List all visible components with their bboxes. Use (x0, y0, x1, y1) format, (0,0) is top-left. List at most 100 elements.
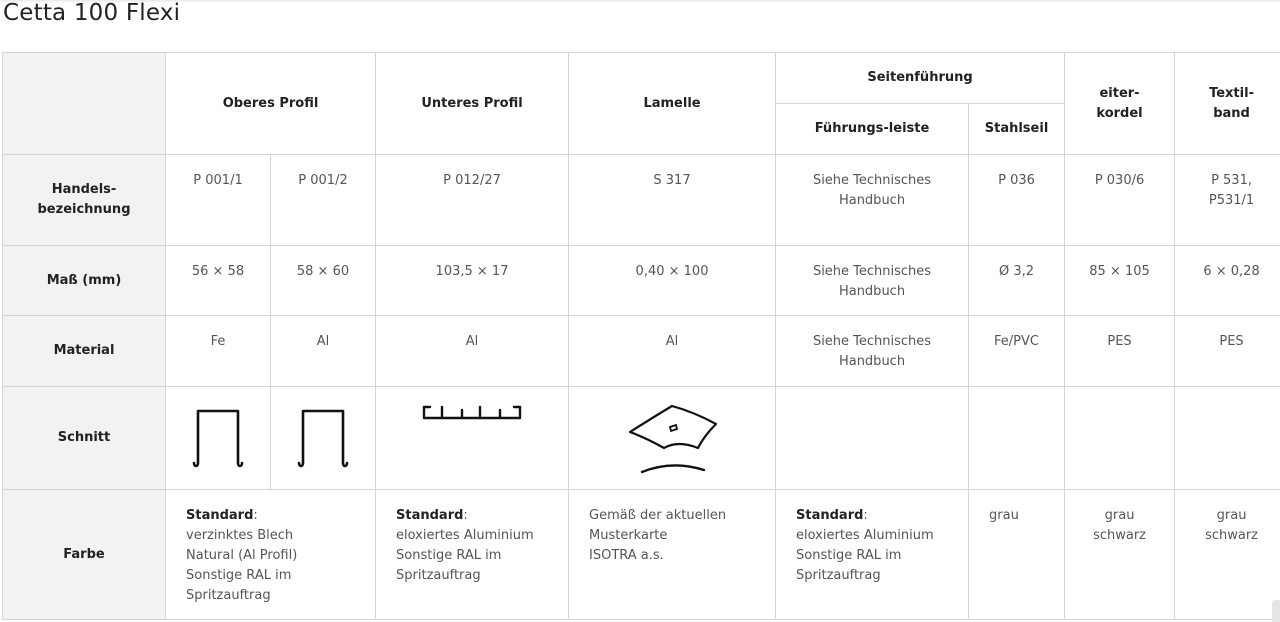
u-profile-section-icon (192, 409, 244, 468)
cell-material-fl: Siehe Technisches Handbuch (775, 315, 970, 387)
farbe-oberes-standard: Standard (186, 508, 254, 523)
scrollbar-thumb[interactable] (1272, 600, 1280, 622)
header-oberes-profil: Oberes Profil (164, 52, 377, 155)
header-textilband-line2: band (1213, 105, 1250, 121)
cell-handels-ss: P 036 (968, 154, 1066, 246)
cell-handels-ob1: P 001/1 (165, 154, 271, 246)
cell-material-fl-line1: Siehe Technisches (812, 334, 932, 349)
cell-mass-fl-line1: Siehe Technisches (812, 264, 932, 279)
cell-material-ob1: Fe (165, 315, 271, 387)
cell-material-lk: PES (1064, 315, 1176, 387)
cell-mass-tb: 6 × 0,28 (1174, 245, 1280, 316)
cell-handels-fl: Siehe Technisches Handbuch (775, 154, 970, 246)
cell-farbe-lamelle: Gemäß der aktuellen Musterkarte ISOTRA a… (568, 489, 777, 620)
top-shadow-line (0, 0, 1280, 3)
cell-handels-tb-line2: P531/1 (1208, 193, 1255, 208)
farbe-fuehrung-line-2: Spritzauftrag (796, 568, 881, 583)
row-label-handels-line2: bezeichnung (37, 202, 131, 217)
u-profile-section-icon (297, 409, 349, 468)
farbe-oberes-line-2: Sonstige RAL im (186, 568, 292, 583)
table-row-mass: Maß (mm) 56 × 58 58 × 60 103,5 × 17 0,40… (2, 245, 1280, 316)
header-textilband: Textil- band (1174, 52, 1280, 155)
cell-handels-fl-line2: Handbuch (838, 193, 906, 208)
cell-schnitt-ss (968, 386, 1066, 490)
spec-table: Oberes Profil Unteres Profil Lamelle Sei… (2, 52, 1280, 620)
cell-handels-lam: S 317 (568, 154, 777, 246)
cell-mass-unt: 103,5 × 17 (375, 245, 570, 316)
cell-handels-tb: P 531, P531/1 (1174, 154, 1280, 246)
cell-farbe-fuehrung: Standard: eloxiertes Aluminium Sonstige … (775, 489, 970, 620)
farbe-unteres-line-0: eloxiertes Aluminium (396, 528, 534, 543)
farbe-fuehrung-line-1: Sonstige RAL im (796, 548, 902, 563)
row-label-material: Material (2, 315, 166, 387)
header-leiterkordel: eiter- kordel (1064, 52, 1176, 155)
farbe-lk-line1: grau (1104, 508, 1135, 523)
cell-schnitt-unt (375, 386, 570, 490)
farbe-lamelle-line-1: Musterkarte (589, 528, 668, 543)
cell-farbe-tb: grau schwarz (1174, 489, 1280, 620)
cell-handels-unt: P 012/27 (375, 154, 570, 246)
cell-farbe-oberes: Standard: verzinktes Blech Natural (Al P… (164, 489, 377, 620)
header-fuehrungsleiste: Führungs-leiste (775, 103, 970, 155)
cell-handels-ob2: P 001/2 (269, 154, 377, 246)
cell-material-unt: Al (375, 315, 570, 387)
table-row-schnitt: Schnitt (2, 386, 1280, 490)
row-label-schnitt: Schnitt (2, 386, 166, 490)
cell-farbe-ss: grau (968, 489, 1066, 620)
header-seitenfuehrung: Seitenführung (775, 52, 1066, 104)
cell-schnitt-lk (1064, 386, 1176, 490)
cell-mass-ss: Ø 3,2 (968, 245, 1066, 316)
table-row-handelsbezeichnung: Handels- bezeichnung P 001/1 P 001/2 P 0… (2, 154, 1280, 246)
header-lamelle: Lamelle (568, 52, 777, 155)
table-row-material: Material Fe Al Al Al Siehe Technisches H… (2, 315, 1280, 387)
farbe-fuehrung-colon: : (863, 508, 868, 523)
row-label-handels-line1: Handels- (51, 182, 117, 197)
farbe-unteres-colon: : (463, 508, 468, 523)
bottom-rail-section-icon (422, 405, 522, 420)
row-label-handelsbezeichnung: Handels- bezeichnung (2, 154, 166, 246)
cell-handels-tb-line1: P 531, (1211, 173, 1252, 188)
cell-farbe-lk: grau schwarz (1064, 489, 1176, 620)
cell-schnitt-lam (568, 386, 777, 490)
cell-material-lam: Al (568, 315, 777, 387)
table-row-farbe: Farbe Standard: verzinktes Blech Natural… (2, 489, 1280, 620)
cell-farbe-unteres: Standard: eloxiertes Aluminium Sonstige … (375, 489, 570, 620)
farbe-unteres-standard: Standard (396, 508, 464, 523)
cell-handels-fl-line1: Siehe Technisches (812, 173, 932, 188)
farbe-lamelle-line-2: ISOTRA a.s. (589, 548, 664, 563)
farbe-oberes-line-3: Spritzauftrag (186, 588, 271, 603)
farbe-oberes-line-1: Natural (Al Profil) (186, 548, 298, 563)
header-stahlseil: Stahlseil (968, 103, 1066, 155)
header-textilband-line1: Textil- (1209, 85, 1254, 101)
farbe-fuehrung-standard: Standard (796, 508, 864, 523)
cell-schnitt-fl (775, 386, 970, 490)
cell-mass-ob1: 56 × 58 (165, 245, 271, 316)
header-leiterkordel-line2: kordel (1096, 105, 1143, 121)
farbe-oberes-colon: : (253, 508, 258, 523)
header-unteres-profil: Unteres Profil (375, 52, 570, 155)
cell-mass-ob2: 58 × 60 (269, 245, 377, 316)
farbe-fuehrung-line-0: eloxiertes Aluminium (796, 528, 934, 543)
cell-mass-fl: Siehe Technisches Handbuch (775, 245, 970, 316)
farbe-lk-line2: schwarz (1093, 528, 1146, 543)
cell-mass-lk: 85 × 105 (1064, 245, 1176, 316)
slat-section-icon (628, 404, 718, 474)
page-title: Cetta 100 Flexi (3, 0, 181, 26)
cell-material-ss: Fe/PVC (968, 315, 1066, 387)
farbe-lamelle-line-0: Gemäß der aktuellen (589, 508, 727, 523)
cell-schnitt-ob2 (269, 386, 377, 490)
cell-material-tb: PES (1174, 315, 1280, 387)
cell-handels-lk: P 030/6 (1064, 154, 1176, 246)
farbe-tb-line2: schwarz (1205, 528, 1258, 543)
farbe-unteres-line-2: Spritzauftrag (396, 568, 481, 583)
farbe-tb-line1: grau (1216, 508, 1247, 523)
row-label-farbe: Farbe (2, 489, 166, 620)
cell-schnitt-tb (1174, 386, 1280, 490)
farbe-unteres-line-1: Sonstige RAL im (396, 548, 502, 563)
table-corner-cell (2, 52, 166, 155)
cell-schnitt-ob1 (165, 386, 271, 490)
cell-material-ob2: Al (269, 315, 377, 387)
cell-mass-fl-line2: Handbuch (838, 284, 906, 299)
header-leiterkordel-line1: eiter- (1099, 85, 1140, 101)
cell-material-fl-line2: Handbuch (838, 354, 906, 369)
